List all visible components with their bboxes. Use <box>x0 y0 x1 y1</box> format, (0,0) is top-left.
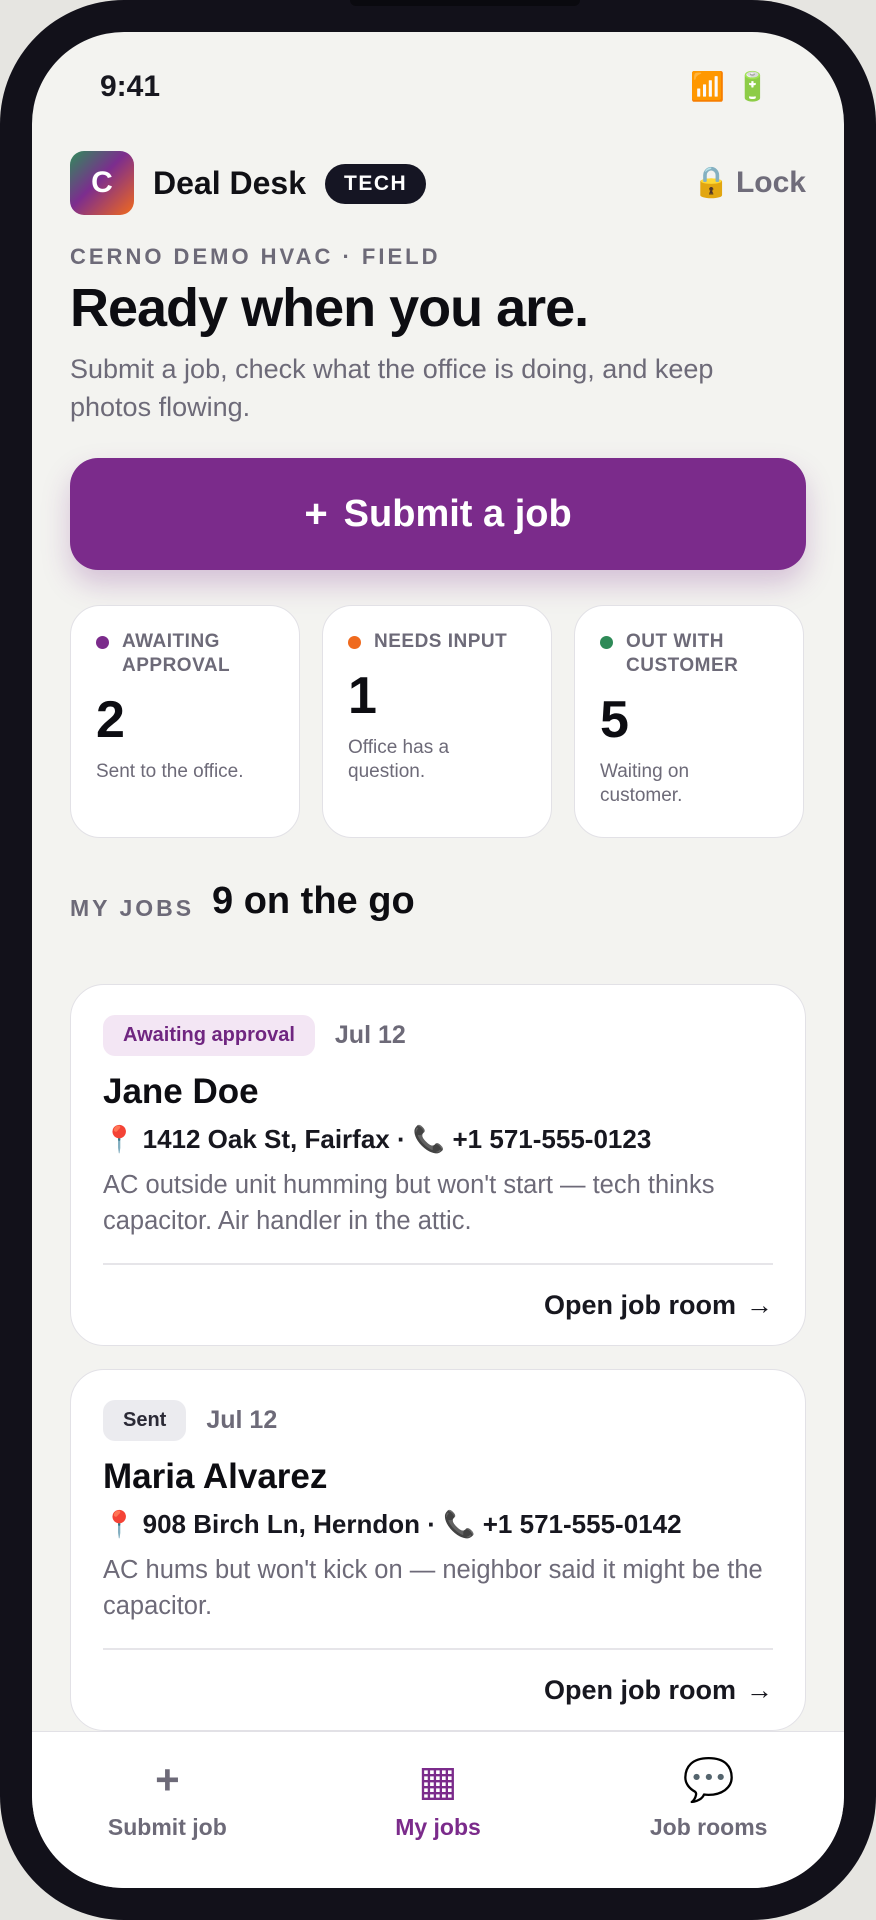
device-frame: 9:41 📶🔋 C Deal Desk TECH 🔒 Lock CERNO DE… <box>0 0 876 1920</box>
tab-my-jobs[interactable]: ▦ My jobs <box>303 1732 574 1888</box>
job-address: 908 Birch Ln, Herndon <box>142 1509 420 1539</box>
open-job-room-label: Open job room <box>544 1289 736 1320</box>
stat-card-out-with-customer[interactable]: OUT WITH CUSTOMER 5 Waiting on customer. <box>574 605 804 838</box>
job-description: AC hums but won't kick on — neighbor sai… <box>103 1556 763 1620</box>
chat-bubble-icon: 💬 <box>682 1755 735 1803</box>
device-notch <box>350 0 580 6</box>
stat-label: AWAITING APPROVAL <box>96 630 274 678</box>
job-meta: 📍 908 Birch Ln, Herndon · 📞 +1 571-555-0… <box>103 1509 773 1540</box>
wifi-icon: 📶 <box>690 71 736 102</box>
status-dot <box>600 636 613 649</box>
job-phone[interactable]: +1 571-555-0123 <box>453 1124 652 1154</box>
role-badge: TECH <box>325 164 427 204</box>
submit-job-button[interactable]: + Submit a job <box>70 458 806 570</box>
my-jobs-label: MY JOBS <box>70 895 195 921</box>
grid-icon: ▦ <box>418 1756 458 1804</box>
stat-card-needs-input[interactable]: NEEDS INPUT 1 Office has a question. <box>322 605 552 838</box>
stat-description: Waiting on customer. <box>600 761 690 806</box>
stat-label-text: AWAITING APPROVAL <box>122 631 231 676</box>
tab-label: Submit job <box>107 1814 227 1840</box>
job-date: Jul 12 <box>206 1406 278 1434</box>
plus-icon: + <box>304 491 328 536</box>
tab-job-rooms[interactable]: 💬 Job rooms <box>573 1732 844 1888</box>
stat-label: OUT WITH CUSTOMER <box>600 630 778 678</box>
job-address: 1412 Oak St, Fairfax <box>142 1124 390 1154</box>
customer-name: Maria Alvarez <box>103 1457 328 1496</box>
stat-value: 1 <box>348 667 377 725</box>
open-job-room-link[interactable]: Open job room → <box>103 1265 773 1345</box>
open-job-room-label: Open job room <box>544 1674 736 1705</box>
page-title: Ready when you are. <box>70 278 589 338</box>
org-eyebrow: CERNO DEMO HVAC · FIELD <box>70 244 441 269</box>
status-badge: Awaiting approval <box>103 1015 315 1056</box>
status-time: 9:41 <box>100 70 161 103</box>
stat-label-text: NEEDS INPUT <box>374 631 508 652</box>
app-name: Deal Desk <box>153 165 306 201</box>
battery-icon: 🔋 <box>735 71 780 102</box>
stat-description: Sent to the office. <box>96 761 244 782</box>
lock-button[interactable]: 🔒 Lock <box>693 165 806 200</box>
plus-icon: + <box>155 1756 180 1803</box>
status-badge: Sent <box>103 1400 187 1441</box>
app-screen: 9:41 📶🔋 C Deal Desk TECH 🔒 Lock CERNO DE… <box>32 32 844 1888</box>
job-date: Jul 12 <box>334 1021 406 1049</box>
my-jobs-count: 9 on the go <box>212 880 415 922</box>
status-dot <box>348 636 361 649</box>
open-job-room-link[interactable]: Open job room → <box>103 1650 773 1730</box>
tab-label: Job rooms <box>649 1814 768 1840</box>
job-phone[interactable]: +1 571-555-0142 <box>483 1509 682 1539</box>
bottom-tab-bar: + Submit job ▦ My jobs 💬 Job rooms <box>32 1731 844 1888</box>
customer-name: Jane Doe <box>103 1072 259 1111</box>
meta-separator: · <box>427 1509 436 1539</box>
lock-icon: 🔒 <box>692 166 730 199</box>
pin-icon: 📍 <box>103 1124 136 1154</box>
stat-label: NEEDS INPUT <box>348 630 526 654</box>
job-card[interactable]: Awaiting approval Jul 12 Jane Doe 📍 1412… <box>70 984 806 1346</box>
status-dot <box>96 636 109 649</box>
tab-label: My jobs <box>395 1814 481 1840</box>
app-logo: C <box>70 151 134 215</box>
submit-job-label: Submit a job <box>343 492 572 535</box>
lock-label: Lock <box>735 165 806 199</box>
pin-icon: 📍 <box>103 1509 136 1539</box>
stat-description: Office has a question. <box>348 737 450 782</box>
job-card[interactable]: Sent Jul 12 Maria Alvarez 📍 908 Birch Ln… <box>70 1369 806 1731</box>
phone-icon: 📞 <box>412 1124 446 1154</box>
stat-label-text: OUT WITH CUSTOMER <box>626 631 739 676</box>
phone-icon: 📞 <box>443 1509 476 1539</box>
page-subtitle: Submit a job, check what the office is d… <box>70 354 714 422</box>
stat-value: 5 <box>600 691 629 749</box>
arrow-right-icon: → <box>746 1289 773 1320</box>
meta-separator: · <box>396 1124 406 1154</box>
status-icons: 📶🔋 <box>690 70 780 103</box>
stat-card-awaiting-approval[interactable]: AWAITING APPROVAL 2 Sent to the office. <box>70 605 300 838</box>
arrow-right-icon: → <box>746 1674 773 1705</box>
job-description: AC outside unit humming but won't start … <box>103 1171 715 1235</box>
stat-value: 2 <box>96 691 125 749</box>
job-meta: 📍 1412 Oak St, Fairfax · 📞 +1 571-555-01… <box>103 1124 773 1155</box>
tab-submit-job[interactable]: + Submit job <box>32 1732 303 1888</box>
